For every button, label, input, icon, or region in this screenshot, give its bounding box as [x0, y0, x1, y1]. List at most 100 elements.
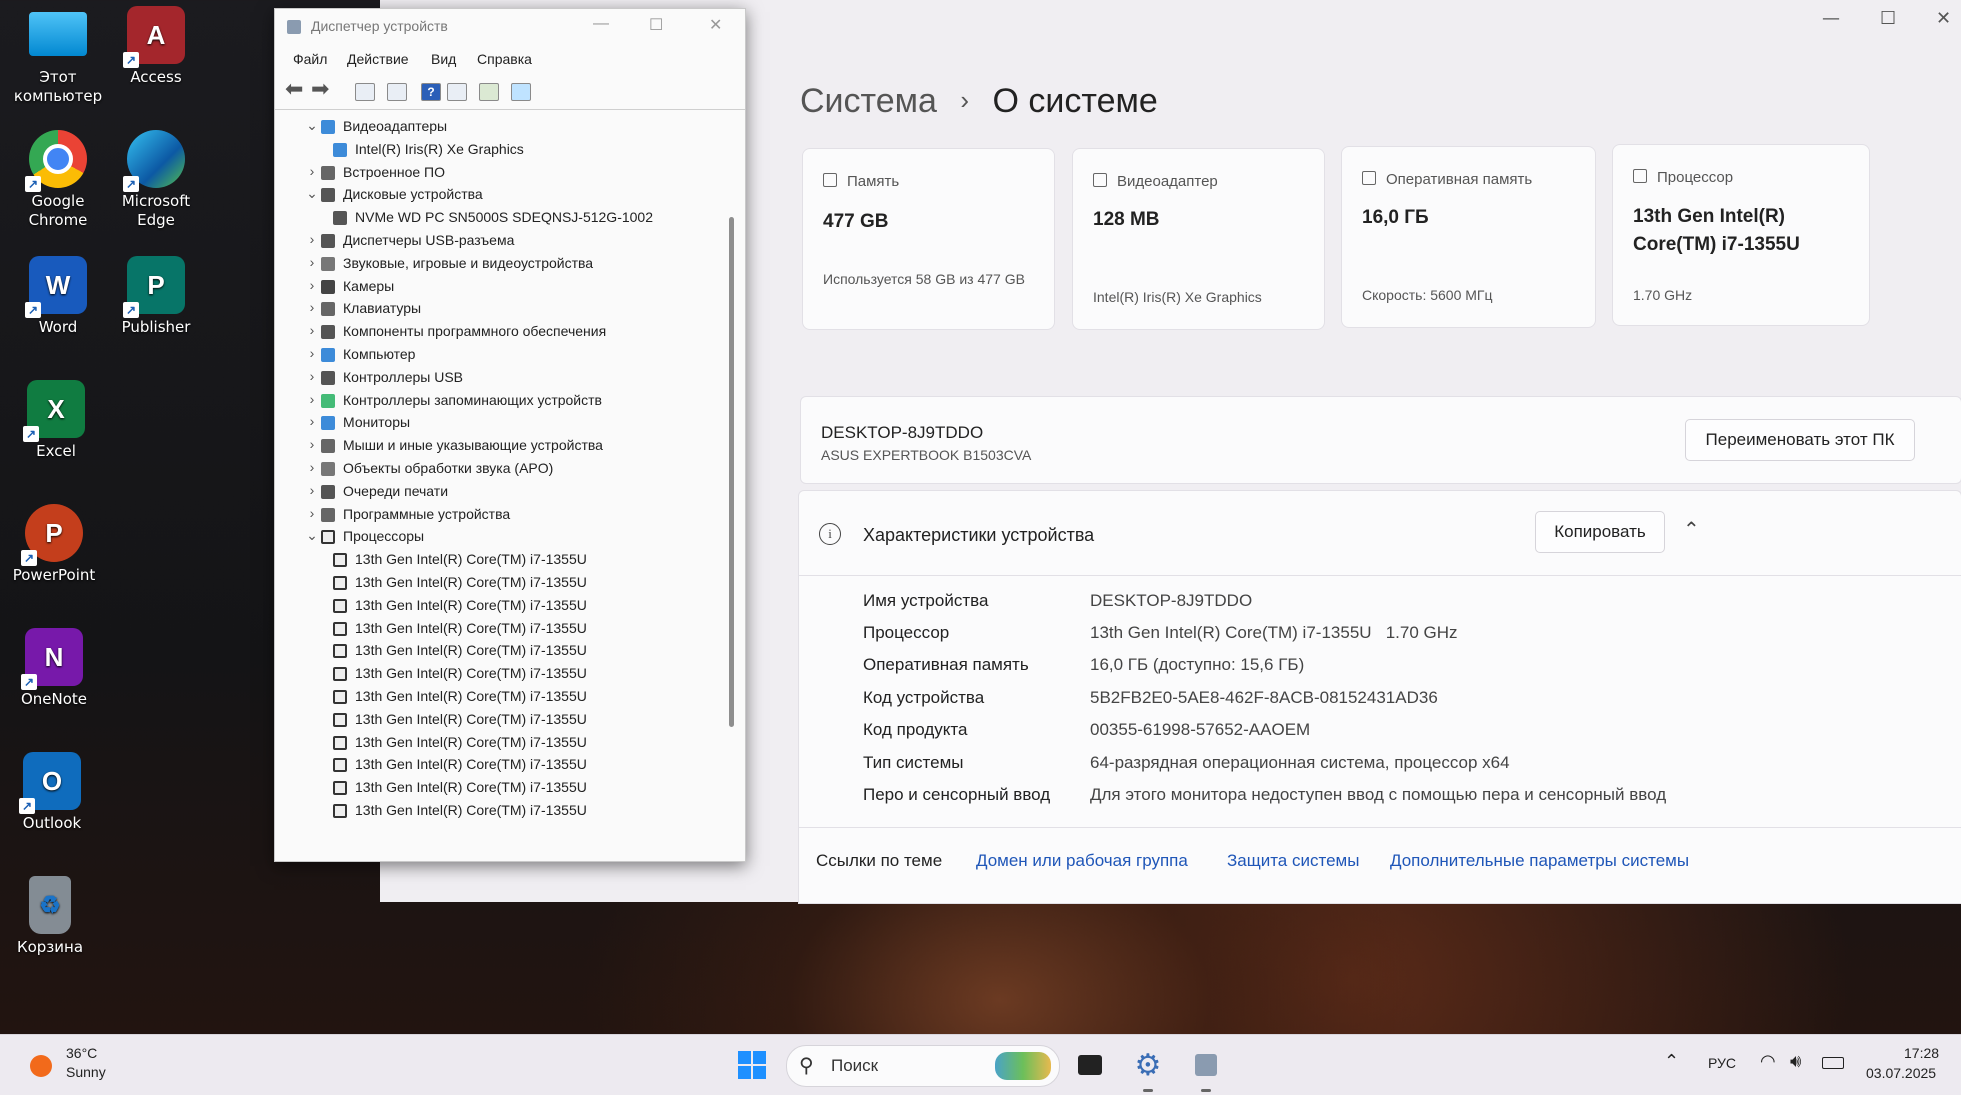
chevron-right-icon[interactable]: › — [305, 231, 319, 247]
chevron-right-icon[interactable]: › — [305, 345, 319, 361]
menu-action[interactable]: Действие — [347, 51, 409, 67]
desktop-icon-this-pc[interactable]: Этот компьютер — [10, 6, 106, 106]
gpu-card[interactable]: Видеоадаптер 128 MB Intel(R) Iris(R) Xe … — [1072, 148, 1325, 330]
tree-category[interactable]: › Программные устройства — [305, 505, 715, 527]
volume-icon[interactable]: 🔊︎ — [1790, 1051, 1801, 1072]
link-advanced-system-settings[interactable]: Дополнительные параметры системы — [1390, 851, 1689, 871]
chevron-up-icon[interactable]: ⌃ — [1683, 517, 1700, 541]
rename-pc-button[interactable]: Переименовать этот ПК — [1685, 419, 1915, 461]
close-icon[interactable]: ✕ — [709, 15, 722, 35]
link-system-protection[interactable]: Защита системы — [1227, 851, 1359, 871]
search-box[interactable]: ⚲ Поиск — [786, 1045, 1060, 1087]
tree-device[interactable]: 13th Gen Intel(R) Core(TM) i7-1355U — [327, 550, 715, 572]
desktop-icon-word[interactable]: W ↗ Word — [10, 256, 106, 337]
tree-device[interactable]: 13th Gen Intel(R) Core(TM) i7-1355U — [327, 755, 715, 777]
tree-category[interactable]: › Встроенное ПО — [305, 163, 715, 185]
desktop-icon-edge[interactable]: ↗ Microsoft Edge — [108, 130, 204, 230]
start-button[interactable] — [732, 1045, 772, 1085]
tree-category[interactable]: › Очереди печати — [305, 482, 715, 504]
desktop-icon-outlook[interactable]: O ↗ Outlook — [4, 752, 100, 833]
desktop-icon-powerpoint[interactable]: P ↗ PowerPoint — [6, 504, 102, 585]
tree-category[interactable]: › Контроллеры запоминающих устройств — [305, 391, 715, 413]
chevron-right-icon[interactable]: › — [305, 459, 319, 475]
properties-icon[interactable] — [355, 83, 375, 101]
chevron-right-icon[interactable]: › — [305, 436, 319, 452]
scan-hardware-icon[interactable] — [479, 83, 499, 101]
update-driver-icon[interactable] — [387, 83, 407, 101]
language-indicator[interactable]: РУС — [1708, 1055, 1736, 1071]
tree-device[interactable]: 13th Gen Intel(R) Core(TM) i7-1355U — [327, 710, 715, 732]
wifi-icon[interactable]: ◠ — [1760, 1051, 1776, 1072]
tree-category[interactable]: ⌄ Видеоадаптеры — [305, 117, 715, 139]
chevron-right-icon[interactable]: › — [305, 277, 319, 293]
tree-device[interactable]: 13th Gen Intel(R) Core(TM) i7-1355U — [327, 641, 715, 663]
tree-category[interactable]: › Мониторы — [305, 413, 715, 435]
help-icon[interactable]: ? — [421, 83, 441, 101]
tree-category[interactable]: ⌄ Дисковые устройства — [305, 185, 715, 207]
chevron-down-icon[interactable]: ⌄ — [305, 117, 319, 134]
desktop-icon-access[interactable]: A ↗ Access — [108, 6, 204, 87]
back-arrow-icon[interactable]: ⬅ — [285, 76, 303, 102]
chevron-right-icon[interactable]: › — [305, 413, 319, 429]
desktop-icon-excel[interactable]: X ↗ Excel — [8, 380, 104, 461]
desktop-icon-onenote[interactable]: N ↗ OneNote — [6, 628, 102, 709]
chevron-up-icon[interactable]: ⌃ — [1664, 1051, 1679, 1072]
desktop-icon-publisher[interactable]: P ↗ Publisher — [108, 256, 204, 337]
chevron-right-icon[interactable]: › — [305, 505, 319, 521]
maximize-icon[interactable]: ☐ — [1880, 8, 1896, 29]
tree-device[interactable]: 13th Gen Intel(R) Core(TM) i7-1355U — [327, 778, 715, 800]
view-icon[interactable] — [447, 83, 467, 101]
copy-button[interactable]: Копировать — [1535, 511, 1665, 553]
tree-device[interactable]: 13th Gen Intel(R) Core(TM) i7-1355U — [327, 801, 715, 823]
minimize-icon[interactable]: — — [593, 15, 609, 33]
close-icon[interactable]: ✕ — [1936, 8, 1951, 29]
weather-widget[interactable]: 36°C Sunny — [26, 1043, 136, 1087]
chevron-right-icon[interactable]: › — [305, 163, 319, 179]
tree-category[interactable]: › Диспетчеры USB-разъема — [305, 231, 715, 253]
clock-time[interactable]: 17:28 — [1904, 1045, 1939, 1061]
clock-date[interactable]: 03.07.2025 — [1866, 1065, 1936, 1081]
chevron-right-icon[interactable]: › — [305, 254, 319, 270]
taskbar-device-manager-button[interactable] — [1186, 1045, 1226, 1085]
tree-category[interactable]: › Объекты обработки звука (APO) — [305, 459, 715, 481]
desktop-icon-chrome[interactable]: ↗ Google Chrome — [10, 130, 106, 230]
tree-category[interactable]: › Клавиатуры — [305, 299, 715, 321]
storage-card[interactable]: Память 477 GB Используется 58 GB из 477 … — [802, 148, 1055, 330]
tree-device[interactable]: Intel(R) Iris(R) Xe Graphics — [327, 140, 715, 162]
tree-device[interactable]: 13th Gen Intel(R) Core(TM) i7-1355U — [327, 573, 715, 595]
tree-device[interactable]: 13th Gen Intel(R) Core(TM) i7-1355U — [327, 733, 715, 755]
tree-category[interactable]: ⌄ Процессоры — [305, 527, 715, 549]
maximize-icon[interactable]: ☐ — [649, 15, 663, 35]
tree-device[interactable]: 13th Gen Intel(R) Core(TM) i7-1355U — [327, 687, 715, 709]
tree-device[interactable]: 13th Gen Intel(R) Core(TM) i7-1355U — [327, 596, 715, 618]
tree-device[interactable]: NVMe WD PC SN5000S SDEQNSJ-512G-1002 — [327, 208, 715, 230]
chevron-right-icon[interactable]: › — [305, 299, 319, 315]
chevron-right-icon[interactable]: › — [305, 368, 319, 384]
forward-arrow-icon[interactable]: ➡ — [311, 76, 329, 102]
tree-device[interactable]: 13th Gen Intel(R) Core(TM) i7-1355U — [327, 619, 715, 641]
tree-device[interactable]: 13th Gen Intel(R) Core(TM) i7-1355U — [327, 664, 715, 686]
chevron-down-icon[interactable]: ⌄ — [305, 527, 319, 544]
chevron-right-icon[interactable]: › — [305, 322, 319, 338]
taskbar-settings-button[interactable]: ⚙ — [1128, 1045, 1168, 1085]
chevron-down-icon[interactable]: ⌄ — [305, 185, 319, 202]
cpu-card[interactable]: Процессор 13th Gen Intel(R) Core(TM) i7-… — [1612, 144, 1870, 326]
tree-category[interactable]: › Звуковые, игровые и видеоустройства — [305, 254, 715, 276]
desktop-icon-recycle-bin[interactable]: ♻ Корзина — [2, 876, 98, 957]
tree-category[interactable]: › Контроллеры USB — [305, 368, 715, 390]
battery-icon[interactable] — [1822, 1057, 1844, 1069]
tree-category[interactable]: › Компоненты программного обеспечения — [305, 322, 715, 344]
tree-category[interactable]: › Мыши и иные указывающие устройства — [305, 436, 715, 458]
menu-help[interactable]: Справка — [477, 51, 532, 67]
tree-category[interactable]: › Компьютер — [305, 345, 715, 367]
chevron-right-icon[interactable]: › — [305, 482, 319, 498]
link-domain-workgroup[interactable]: Домен или рабочая группа — [976, 851, 1188, 871]
monitor-icon[interactable] — [511, 83, 531, 101]
ram-card[interactable]: Оперативная память 16,0 ГБ Скорость: 560… — [1341, 146, 1596, 328]
tree-category[interactable]: › Камеры — [305, 277, 715, 299]
taskbar-terminal-button[interactable] — [1070, 1045, 1110, 1085]
scrollbar[interactable] — [729, 217, 734, 727]
minimize-icon[interactable]: — — [1822, 8, 1840, 29]
chevron-right-icon[interactable]: › — [305, 391, 319, 407]
menu-view[interactable]: Вид — [431, 51, 456, 67]
